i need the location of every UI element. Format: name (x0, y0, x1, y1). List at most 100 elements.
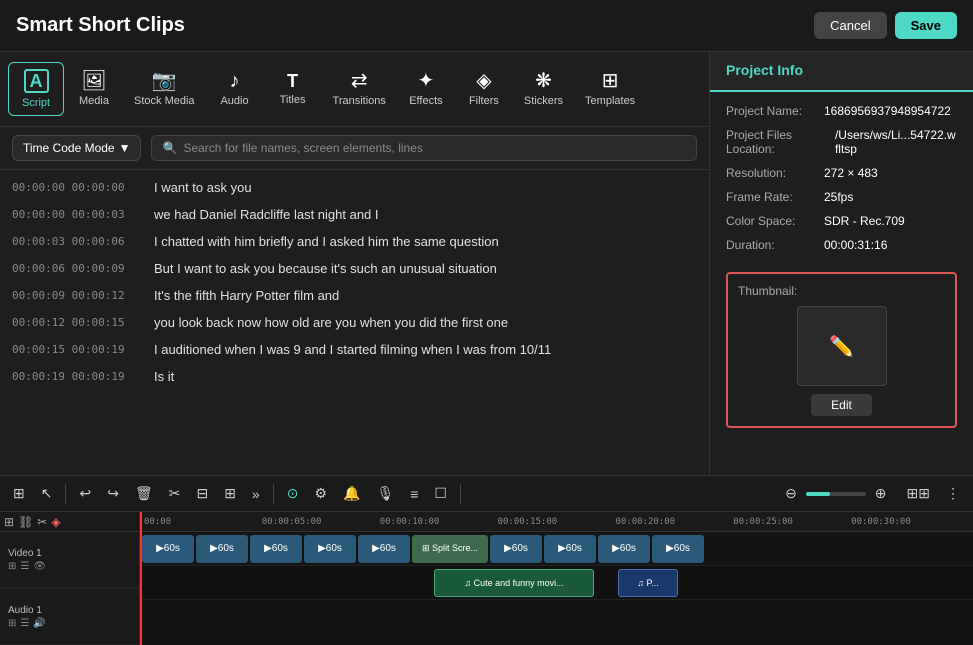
play-icon: ▶ (264, 543, 272, 554)
tl-more-button[interactable]: » (247, 483, 265, 505)
tl-grid-view-button[interactable]: ⊞⊞ (902, 482, 935, 505)
timeline-toolbar: ⊞ ↖ ↩ ↪ 🗑 ✂ ⊟ ⊞ » ⊙ ⚙ 🔔 🎙 ≡ ☐ ⊖ ⊕ (0, 476, 973, 512)
cancel-button[interactable]: Cancel (814, 12, 886, 39)
resolution-label: Resolution: (726, 166, 816, 180)
tool-stock-media-label: Stock Media (134, 95, 195, 107)
video-track-icons: ⊞ ☰ 👁 (8, 561, 131, 572)
tool-titles[interactable]: T Titles (265, 66, 321, 112)
list-item[interactable]: 00:00:03 00:00:06 I chatted with him bri… (0, 228, 709, 255)
tl-undo-button[interactable]: ↩ (74, 482, 96, 505)
list-item[interactable]: 00:00:15 00:00:19 I auditioned when I wa… (0, 336, 709, 363)
video-track-eye-icon[interactable]: 👁 (33, 561, 46, 572)
video-clip[interactable]: ▶60s (196, 535, 248, 563)
list-item[interactable]: 00:00:00 00:00:00 I want to ask you (0, 174, 709, 201)
video-clip[interactable]: ▶60s (304, 535, 356, 563)
audio-clip-1[interactable]: ♫ Cute and funny movi... (434, 569, 594, 597)
video-clip[interactable]: ▶60s (544, 535, 596, 563)
ruler-mark-1: 00:00:05:00 (262, 517, 380, 527)
tl-split-button[interactable]: ⊟ (191, 482, 213, 505)
list-item[interactable]: 00:00:06 00:00:09 But I want to ask you … (0, 255, 709, 282)
split-screen-clip[interactable]: ⊞ Split Scre... (412, 535, 488, 563)
track-mini-toolbar: ⊞ ⛓ ✂ ◈ (0, 512, 139, 532)
tool-audio-label: Audio (220, 95, 248, 107)
video-track-add-icon[interactable]: ⊞ (8, 561, 16, 572)
audio-track-vol-icon[interactable]: 🔊 (33, 618, 45, 629)
tool-media[interactable]: 🖼 Media (66, 65, 122, 113)
audio-clip-2[interactable]: ♫ P... (618, 569, 678, 597)
audio-track-add-icon[interactable]: ⊞ (8, 618, 16, 629)
tl-redo-button[interactable]: ↪ (102, 482, 124, 505)
video-clip[interactable]: ▶60s (598, 535, 650, 563)
tl-cut-button[interactable]: ✂ (164, 482, 186, 505)
track-unlink-icon[interactable]: ✂ (37, 515, 47, 529)
tool-templates[interactable]: ⊞ Templates (575, 65, 645, 113)
color-space-label: Color Space: (726, 214, 816, 228)
video-track-menu-icon[interactable]: ☰ (20, 561, 29, 572)
tool-transitions[interactable]: ⇄ Transitions (323, 65, 396, 113)
tl-delete-button[interactable]: 🗑 (130, 482, 158, 505)
video-track-row: ▶60s ▶60s ▶60s ▶60s ▶60s ⊞ Split Scre...… (140, 532, 973, 566)
tl-play-button[interactable]: ⊙ (282, 482, 304, 505)
tool-filters[interactable]: ◈ Filters (456, 65, 512, 113)
ruler-mark-4: 00:00:20:00 (615, 517, 733, 527)
list-item[interactable]: 00:00:09 00:00:12 It's the fifth Harry P… (0, 282, 709, 309)
audio-track-menu-icon[interactable]: ☰ (20, 618, 29, 629)
video-clip[interactable]: ▶60s (358, 535, 410, 563)
tl-caption-button[interactable]: ☐ (429, 482, 452, 505)
track-add-icon[interactable]: ⊞ (4, 515, 14, 529)
script-lines: 00:00:00 00:00:00 I want to ask you 00:0… (0, 170, 709, 475)
video-clip[interactable]: ▶60s (250, 535, 302, 563)
tool-templates-label: Templates (585, 95, 635, 107)
play-icon: ▶ (666, 543, 674, 554)
timeline-ruler: 00:00 00:00:05:00 00:00:10:00 00:00:15:0… (140, 512, 973, 532)
video-clip[interactable]: ▶60s (490, 535, 542, 563)
zoom-out-button[interactable]: ⊖ (780, 482, 802, 505)
video-clip[interactable]: ▶60s (142, 535, 194, 563)
video-track-name: Video 1 (8, 548, 131, 559)
tool-script[interactable]: A Script (8, 62, 64, 116)
titles-icon: T (287, 72, 298, 90)
timeline-tracks: 00:00 00:00:05:00 00:00:10:00 00:00:15:0… (140, 512, 973, 645)
list-item[interactable]: 00:00:19 00:00:19 Is it (0, 363, 709, 390)
color-space-value: SDR - Rec.709 (824, 214, 905, 228)
tl-add-button[interactable]: ⊞ (219, 482, 241, 505)
audio-track-row: ♫ Cute and funny movi... ♫ P... (140, 566, 973, 600)
play-icon: ▶ (210, 543, 218, 554)
play-icon: ▶ (372, 543, 380, 554)
search-box[interactable]: 🔍 Search for file names, screen elements… (151, 135, 697, 161)
tool-effects[interactable]: ✦ Effects (398, 65, 454, 113)
line-text: It's the fifth Harry Potter film and (154, 288, 339, 303)
track-color-icon[interactable]: ◈ (51, 515, 60, 529)
tl-grid-button[interactable]: ⊞ (8, 482, 30, 505)
tl-list-button[interactable]: ≡ (405, 483, 423, 505)
frame-rate-value: 25fps (824, 190, 853, 204)
filters-icon: ◈ (476, 71, 491, 91)
timecode: 00:00:19 00:00:19 (12, 370, 142, 383)
thumbnail-edit-button[interactable]: Edit (811, 394, 872, 416)
thumbnail-label: Thumbnail: (738, 284, 945, 298)
ruler-mark-0: 00:00 (144, 517, 262, 527)
tool-stickers[interactable]: ❋ Stickers (514, 65, 573, 113)
search-icon: 🔍 (162, 141, 177, 155)
tl-mic-button[interactable]: 🎙 (371, 482, 399, 505)
zoom-in-button[interactable]: ⊕ (870, 482, 892, 505)
time-code-mode-select[interactable]: Time Code Mode ▼ (12, 135, 141, 161)
save-button[interactable]: Save (895, 12, 957, 39)
video-clip[interactable]: ▶60s (652, 535, 704, 563)
tl-settings-button[interactable]: ⚙ (309, 482, 332, 505)
line-text: But I want to ask you because it's such … (154, 261, 497, 276)
templates-icon: ⊞ (602, 71, 619, 91)
line-text: Is it (154, 369, 174, 384)
tl-select-button[interactable]: ↖ (36, 482, 58, 505)
tl-snap-button[interactable]: 🔔 (338, 482, 365, 505)
list-item[interactable]: 00:00:00 00:00:03 we had Daniel Radcliff… (0, 201, 709, 228)
project-name-value: 1686956937948954722 (824, 104, 951, 118)
tool-stock-media[interactable]: 📷 Stock Media (124, 65, 205, 113)
tl-expand-button[interactable]: ⋮ (941, 482, 965, 505)
line-text: you look back now how old are you when y… (154, 315, 508, 330)
list-item[interactable]: 00:00:12 00:00:15 you look back now how … (0, 309, 709, 336)
media-icon: 🖼 (81, 71, 106, 91)
track-link-icon[interactable]: ⛓ (18, 515, 33, 529)
tool-audio[interactable]: ♪ Audio (207, 65, 263, 113)
toolbar-separator (460, 484, 461, 504)
